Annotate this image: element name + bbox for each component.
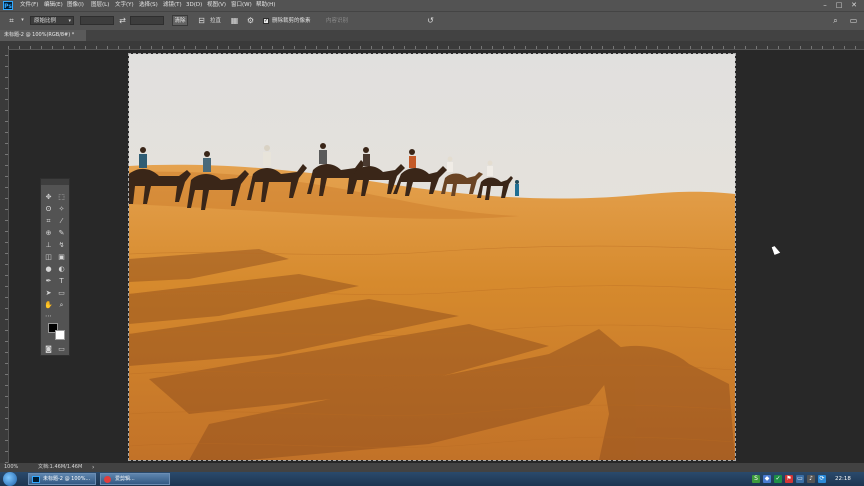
photoshop-logo: Ps	[3, 1, 13, 10]
document-tab-title: 未标题-2 @ 100%(RGB/8#) *	[4, 32, 75, 38]
clear-button[interactable]: 清除	[172, 15, 188, 26]
document-tab-bar: 未标题-2 @ 100%(RGB/8#) *	[0, 30, 864, 41]
taskbar-item-label: 未标题-2 @ 100%...	[43, 476, 91, 482]
crop-tool-icon[interactable]: ⌗	[6, 15, 17, 26]
taskbar-item-photoshop[interactable]: 未标题-2 @ 100%...	[28, 473, 96, 485]
document-canvas[interactable]	[128, 53, 736, 461]
history-brush-icon[interactable]: ↯	[56, 240, 67, 250]
width-input[interactable]	[80, 16, 114, 25]
ratio-select-label: 原始比例	[34, 18, 57, 24]
menu-select[interactable]: 选择(S)	[139, 1, 158, 10]
pen-tool-icon[interactable]: ✒	[43, 276, 54, 286]
ruler-top	[8, 41, 864, 50]
type-tool-icon[interactable]: T	[56, 276, 67, 286]
straighten-label[interactable]: 拉直	[210, 16, 221, 26]
gear-icon[interactable]: ⚙	[245, 15, 256, 26]
menu-filter[interactable]: 滤镜(T)	[163, 1, 182, 10]
menu-view[interactable]: 视图(V)	[207, 1, 226, 10]
move-tool-icon[interactable]: ✥	[43, 192, 54, 202]
lasso-tool-icon[interactable]: ʘ	[43, 204, 54, 214]
chevron-down-icon[interactable]: ▾	[17, 15, 28, 26]
eyedropper-icon[interactable]: ⁄	[56, 216, 67, 226]
zoom-level[interactable]: 100%	[4, 463, 18, 472]
height-input[interactable]	[130, 16, 164, 25]
marquee-tool-icon[interactable]: ⬚	[56, 192, 67, 202]
stamp-tool-icon[interactable]: ⊥	[43, 240, 54, 250]
status-bar: 100% 文档:1.46M/1.46M ›	[0, 463, 864, 472]
menu-type[interactable]: 文字(Y)	[115, 1, 134, 10]
menu-image[interactable]: 图像(I)	[67, 1, 84, 10]
healing-brush-icon[interactable]: ⊕	[43, 228, 54, 238]
chevron-down-icon: ▾	[68, 18, 71, 24]
background-color-swatch[interactable]	[55, 330, 65, 340]
menu-bar: Ps 文件(F) 编辑(E) 图像(I) 图层(L) 文字(Y) 选择(S) 滤…	[0, 0, 864, 11]
brush-tool-icon[interactable]: ✎	[56, 228, 67, 238]
content-aware-label[interactable]: 内容识别	[326, 16, 348, 26]
rectangle-tool-icon[interactable]: ▭	[56, 288, 67, 298]
maximize-icon[interactable]: □	[832, 0, 846, 10]
gradient-tool-icon[interactable]: ▣	[56, 252, 67, 262]
photoshop-app-icon	[32, 476, 40, 483]
quick-mask-icon[interactable]: ◙	[43, 344, 54, 354]
chevron-right-icon[interactable]: ›	[92, 463, 94, 472]
menu-file[interactable]: 文件(F)	[20, 1, 38, 10]
swap-icon[interactable]: ⇄	[117, 15, 128, 26]
blur-tool-icon[interactable]: ●	[43, 264, 54, 274]
menu-3d[interactable]: 3D(D)	[186, 1, 202, 10]
ruler-corner	[0, 41, 8, 49]
menu-layer[interactable]: 图层(L)	[91, 1, 109, 10]
dodge-tool-icon[interactable]: ◐	[56, 264, 67, 274]
delete-pixels-checkbox[interactable]: ✓	[263, 18, 269, 24]
delete-pixels-label: 删除裁剪的像素	[272, 18, 311, 24]
close-icon[interactable]: ✕	[847, 0, 861, 10]
windows-taskbar: 未标题-2 @ 100%... 爱剪辑... S ◆ ✓ ⚑ ▭ ♪ ⟳ 22:…	[0, 472, 864, 486]
grid-overlay-icon[interactable]: ▦	[229, 15, 240, 26]
tools-panel: ✥ ⬚ ʘ ✧ ⌗ ⁄ ⊕ ✎ ⊥ ↯ ◫ ▣ ● ◐ ✒ T ➤ ▭ ✋ ⌕ …	[40, 178, 70, 356]
workspace-icon[interactable]: ▭	[848, 15, 859, 26]
path-select-icon[interactable]: ➤	[43, 288, 54, 298]
more-tools-icon[interactable]: ⋯	[43, 311, 54, 321]
ruler-left	[0, 49, 9, 463]
menu-help[interactable]: 帮助(H)	[256, 1, 275, 10]
tray-display-icon[interactable]: ▭	[796, 475, 804, 483]
reset-icon[interactable]: ↺	[425, 15, 436, 26]
options-bar: ⌗ ▾ 原始比例 ▾ ⇄ 清除 ⊟ 拉直 ▦ ⚙ ✓ 删除裁剪的像素 内容识别 …	[0, 11, 864, 30]
taskbar-item-label: 爱剪辑...	[115, 476, 135, 482]
menu-edit[interactable]: 编辑(E)	[44, 1, 63, 10]
document-size[interactable]: 文档:1.46M/1.46M	[38, 463, 82, 472]
tray-volume-icon[interactable]: ♪	[807, 475, 815, 483]
desert-caravan-photo	[129, 54, 735, 460]
tray-flag-icon[interactable]: ⚑	[785, 475, 793, 483]
straighten-icon[interactable]: ⊟	[196, 15, 207, 26]
screen-mode-icon[interactable]: ▭	[56, 344, 67, 354]
zoom-tool-icon[interactable]: ⌕	[56, 300, 67, 310]
eraser-tool-icon[interactable]: ◫	[43, 252, 54, 262]
taskbar-clock[interactable]: 22:18	[835, 472, 851, 486]
document-tab[interactable]: 未标题-2 @ 100%(RGB/8#) *	[0, 30, 86, 41]
start-button[interactable]	[3, 472, 17, 486]
search-icon[interactable]: ⌕	[830, 15, 841, 26]
tray-network-icon[interactable]: ◆	[763, 475, 771, 483]
taskbar-item-editor[interactable]: 爱剪辑...	[100, 473, 170, 485]
tray-update-icon[interactable]: ⟳	[818, 475, 826, 483]
hand-tool-icon[interactable]: ✋	[43, 300, 54, 310]
ratio-select[interactable]: 原始比例 ▾	[30, 16, 74, 25]
minimize-icon[interactable]: –	[818, 0, 832, 10]
tools-panel-header[interactable]	[41, 179, 69, 185]
magic-wand-icon[interactable]: ✧	[56, 204, 67, 214]
editor-app-icon	[104, 476, 111, 483]
tray-app-icon[interactable]: S	[752, 475, 760, 483]
crop-tool-icon[interactable]: ⌗	[43, 216, 54, 226]
menu-window[interactable]: 窗口(W)	[231, 1, 252, 10]
tray-security-icon[interactable]: ✓	[774, 475, 782, 483]
